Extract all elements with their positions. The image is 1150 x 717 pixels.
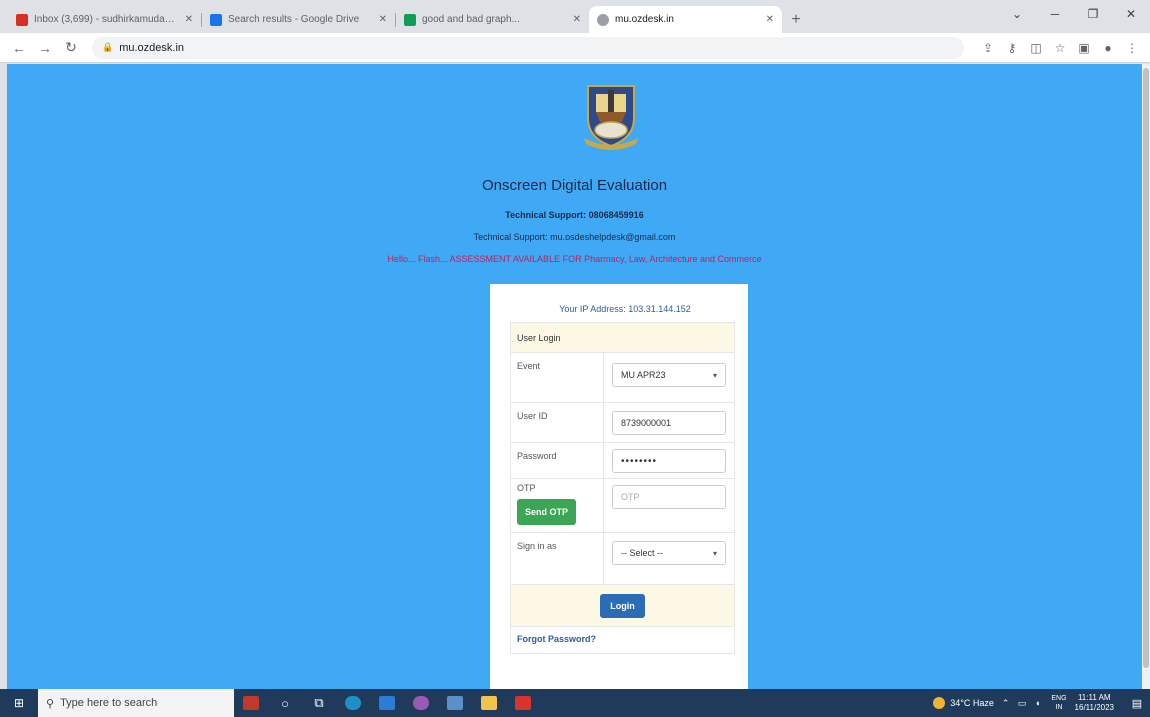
new-tab-button[interactable]: + bbox=[782, 6, 810, 33]
event-value: MU APR23 bbox=[621, 370, 666, 380]
clock-time: 11:11 AM bbox=[1077, 693, 1111, 702]
notice-banner: Hello... Flash... ASSESSMENT AVAILABLE F… bbox=[387, 254, 762, 264]
login-form: User Login Event MU APR23 ▾ User ID 8739… bbox=[510, 322, 735, 654]
url-text: mu.ozdesk.in bbox=[119, 41, 185, 54]
star-icon[interactable]: ☆ bbox=[1050, 38, 1070, 58]
event-row: Event MU APR23 ▾ bbox=[511, 353, 734, 403]
notification-icon[interactable]: ▤ bbox=[1124, 697, 1150, 710]
login-button[interactable]: Login bbox=[600, 593, 645, 618]
profile-avatar-icon[interactable]: ● bbox=[1098, 38, 1118, 58]
panel-title: User Login bbox=[511, 323, 734, 353]
tab-strip: Inbox (3,699) - sudhirkamuda@... ✕ Searc… bbox=[0, 0, 1150, 33]
password-row: Password •••••••• bbox=[511, 443, 734, 479]
minimize-icon[interactable]: ─ bbox=[1036, 0, 1074, 28]
gmail-icon bbox=[16, 13, 28, 26]
language-indicator[interactable]: ENG IN bbox=[1051, 694, 1066, 712]
system-tray: 34°C Haze ⌃ ▭ ◖ ENG IN 11:11 AM 16/11/20… bbox=[933, 689, 1150, 717]
tab-title: Search results - Google Drive bbox=[228, 14, 360, 25]
taskbar-search[interactable]: ⚲ Type here to search bbox=[38, 689, 234, 717]
password-input[interactable]: •••••••• bbox=[612, 449, 726, 473]
tab-title: good and bad graph... bbox=[422, 14, 520, 25]
page-body: Onscreen Digital Evaluation Technical Su… bbox=[7, 64, 1142, 689]
back-icon[interactable]: ← bbox=[8, 37, 30, 59]
sign-in-as-label: Sign in as bbox=[511, 533, 604, 584]
otp-label: OTP bbox=[517, 483, 536, 493]
lock-icon[interactable]: 🔒 bbox=[102, 42, 113, 53]
sheets-icon bbox=[404, 13, 416, 26]
address-bar[interactable]: 🔒 mu.ozdesk.in bbox=[92, 36, 964, 59]
reload-icon[interactable]: ↻ bbox=[60, 37, 82, 59]
store-icon[interactable] bbox=[370, 689, 404, 717]
cortana-icon[interactable]: ○ bbox=[268, 689, 302, 717]
search-placeholder: Type here to search bbox=[60, 697, 158, 709]
widget-thumbnail-icon[interactable] bbox=[234, 689, 268, 717]
google-drive-icon bbox=[210, 13, 222, 26]
login-footer: Login bbox=[511, 585, 734, 627]
browser-tab[interactable]: Search results - Google Drive ✕ bbox=[202, 6, 395, 33]
user-id-label: User ID bbox=[511, 403, 604, 442]
share-icon[interactable]: ⇪ bbox=[978, 38, 998, 58]
tab-search-icon[interactable]: ⌄ bbox=[998, 0, 1036, 28]
sign-in-as-select[interactable]: -- Select -- ▾ bbox=[612, 541, 726, 565]
sign-in-as-row: Sign in as -- Select -- ▾ bbox=[511, 533, 734, 585]
sign-in-as-value: -- Select -- bbox=[621, 548, 664, 558]
otp-input[interactable]: OTP bbox=[612, 485, 726, 509]
globe-icon bbox=[597, 13, 609, 26]
windows-start-icon[interactable]: ⊞ bbox=[0, 689, 38, 717]
user-id-input[interactable]: 8739000001 bbox=[612, 411, 726, 435]
browser-tab[interactable]: Inbox (3,699) - sudhirkamuda@... ✕ bbox=[8, 6, 201, 33]
weather-icon bbox=[933, 697, 946, 709]
chevron-down-icon: ▾ bbox=[712, 548, 717, 558]
user-id-row: User ID 8739000001 bbox=[511, 403, 734, 443]
clock-date: 16/11/2023 bbox=[1074, 703, 1114, 712]
university-logo bbox=[584, 85, 638, 150]
page-scrollbar[interactable] bbox=[1142, 64, 1150, 689]
task-view-icon[interactable]: ⧉ bbox=[302, 689, 336, 717]
support-email: Technical Support: mu.osdeshelpdesk@gmai… bbox=[473, 232, 676, 242]
taskbar: ⊞ ⚲ Type here to search ○ ⧉ 34°C Haze ⌃ … bbox=[0, 689, 1150, 717]
event-select[interactable]: MU APR23 ▾ bbox=[612, 363, 726, 387]
window-controls: ⌄ ─ ❐ ✕ bbox=[998, 0, 1150, 28]
key-icon[interactable]: ⚷ bbox=[1002, 38, 1022, 58]
chrome-icon[interactable] bbox=[404, 689, 438, 717]
close-tab-icon[interactable]: ✕ bbox=[573, 14, 581, 25]
event-label: Event bbox=[511, 353, 604, 402]
edge-icon[interactable] bbox=[336, 689, 370, 717]
browser-tab-active[interactable]: mu.ozdesk.in ✕ bbox=[589, 6, 782, 33]
password-label: Password bbox=[511, 443, 604, 478]
ip-address: Your IP Address: 103.31.144.152 bbox=[559, 304, 691, 314]
restore-icon[interactable]: ❐ bbox=[1074, 0, 1112, 28]
browser-tab[interactable]: good and bad graph... ✕ bbox=[396, 6, 589, 33]
close-tab-icon[interactable]: ✕ bbox=[185, 14, 193, 25]
tray-icons[interactable]: ⌃ ▭ ◖ bbox=[1002, 698, 1043, 709]
extension-icon[interactable]: ◫ bbox=[1026, 38, 1046, 58]
tab-title: Inbox (3,699) - sudhirkamuda@... bbox=[34, 14, 179, 25]
send-otp-button[interactable]: Send OTP bbox=[517, 499, 577, 525]
search-icon: ⚲ bbox=[46, 697, 55, 710]
scrollbar-thumb[interactable] bbox=[1143, 68, 1149, 668]
close-tab-icon[interactable]: ✕ bbox=[379, 14, 387, 25]
clock[interactable]: 11:11 AM 16/11/2023 bbox=[1075, 693, 1114, 713]
support-phone: Technical Support: 08068459916 bbox=[505, 210, 644, 220]
login-card: Your IP Address: 103.31.144.152 User Log… bbox=[490, 284, 748, 689]
acrobat-icon[interactable] bbox=[506, 689, 540, 717]
file-explorer-icon[interactable] bbox=[472, 689, 506, 717]
chevron-down-icon: ▾ bbox=[712, 370, 717, 380]
tab-title: mu.ozdesk.in bbox=[615, 14, 674, 25]
otp-row: OTP Send OTP OTP bbox=[511, 479, 734, 533]
weather-widget[interactable]: 34°C Haze bbox=[933, 697, 994, 709]
forward-icon[interactable]: → bbox=[34, 37, 56, 59]
otp-label-cell: OTP Send OTP bbox=[511, 479, 604, 532]
region-code: IN bbox=[1055, 704, 1063, 711]
language-code: ENG bbox=[1051, 695, 1067, 702]
menu-icon[interactable]: ⋮ bbox=[1122, 38, 1142, 58]
close-window-icon[interactable]: ✕ bbox=[1112, 0, 1150, 28]
close-tab-icon[interactable]: ✕ bbox=[766, 14, 774, 25]
browser-toolbar: ← → ↻ 🔒 mu.ozdesk.in ⇪ ⚷ ◫ ☆ ▣ ● ⋮ bbox=[0, 33, 1150, 63]
page-title: Onscreen Digital Evaluation bbox=[481, 177, 668, 194]
photos-icon[interactable] bbox=[438, 689, 472, 717]
sidebar-icon[interactable]: ▣ bbox=[1074, 38, 1094, 58]
weather-text: 34°C Haze bbox=[950, 698, 994, 708]
forgot-password-link[interactable]: Forgot Password? bbox=[511, 627, 734, 653]
